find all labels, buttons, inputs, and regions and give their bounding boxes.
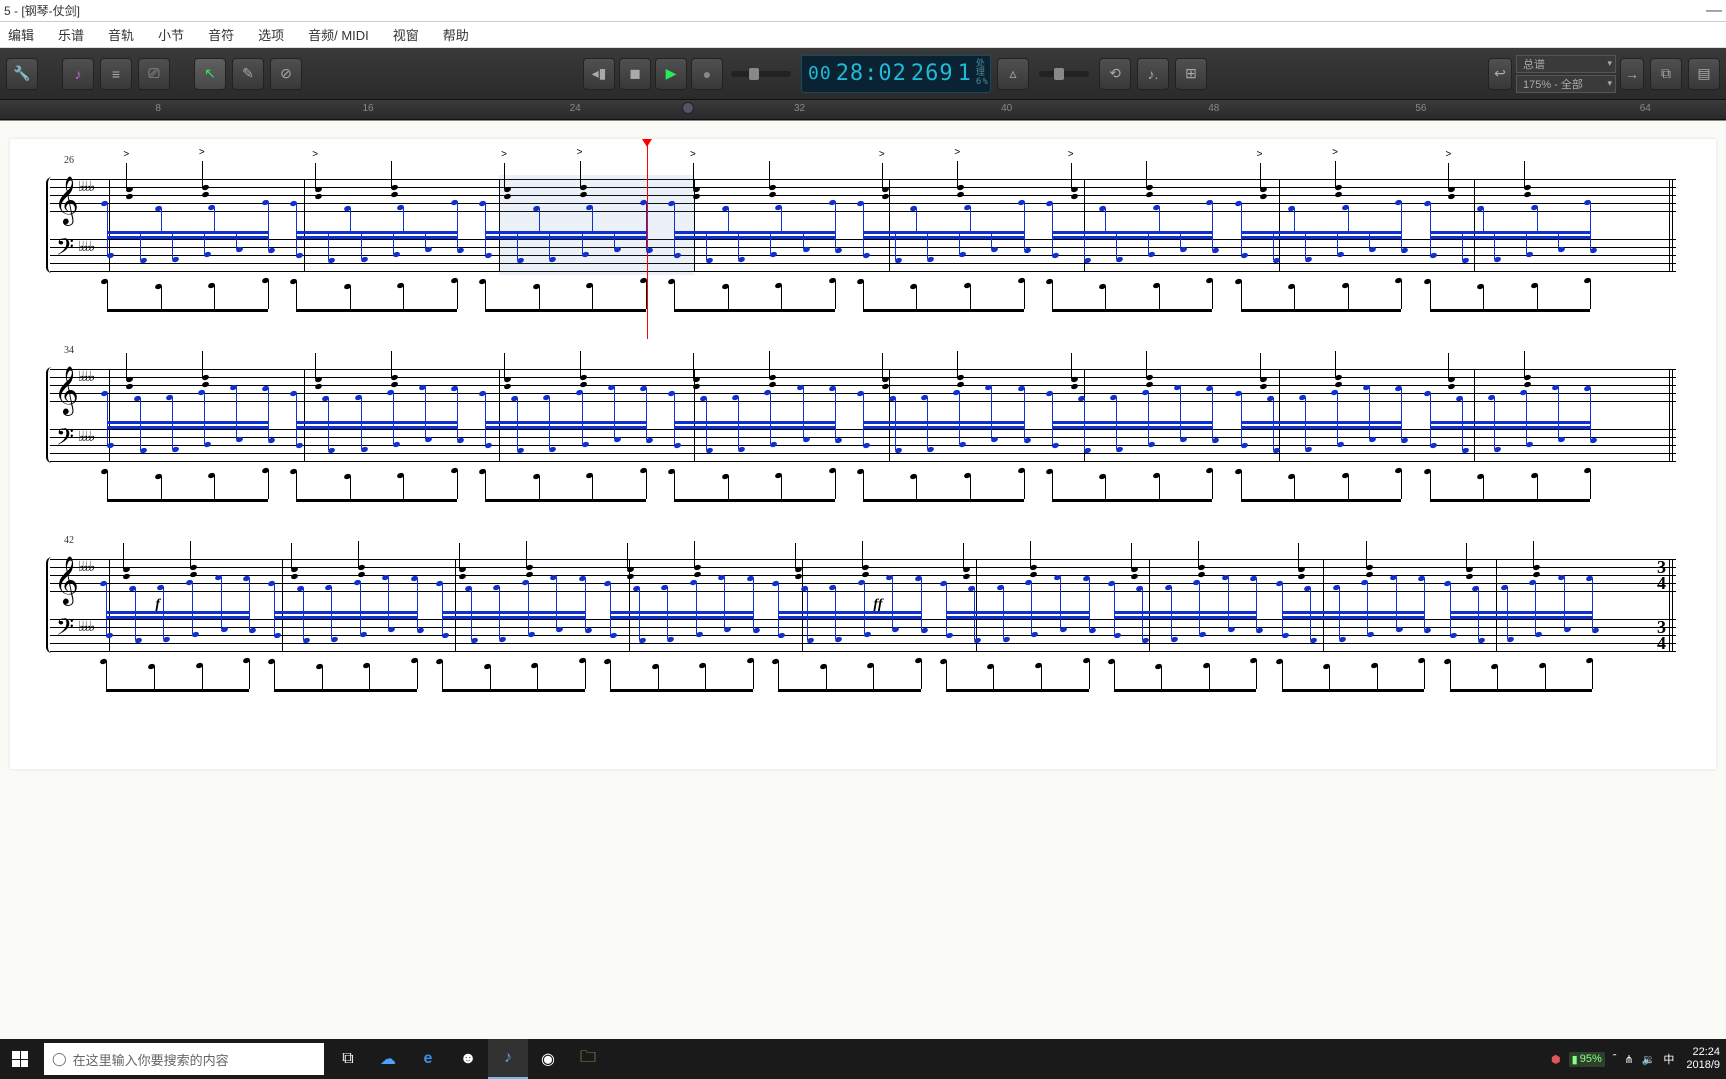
tool-note-button[interactable]: ♪ bbox=[62, 58, 94, 90]
media-app-icon[interactable]: ◉ bbox=[528, 1039, 568, 1079]
baidu-netdisk-icon[interactable]: ☁ bbox=[368, 1039, 408, 1079]
counter-ticks: 269 bbox=[911, 61, 954, 86]
stop-button[interactable]: ◼ bbox=[619, 58, 651, 90]
minimize-button[interactable]: — bbox=[1706, 2, 1722, 20]
menu-track[interactable]: 音轨 bbox=[108, 25, 134, 44]
menu-audio-midi[interactable]: 音频/ MIDI bbox=[308, 25, 369, 44]
key-signature: ♭♭♭♭ bbox=[78, 179, 92, 196]
nav-back-button[interactable]: ↩ bbox=[1488, 58, 1512, 90]
nav-fwd-button[interactable]: → bbox=[1620, 58, 1644, 90]
measure-number: 34 bbox=[64, 345, 74, 356]
taskbar-search[interactable]: ◯ 在这里输入你要搜索的内容 bbox=[44, 1043, 324, 1075]
key-signature: ♭♭♭♭ bbox=[78, 369, 92, 386]
record-button[interactable]: ● bbox=[691, 58, 723, 90]
key-signature: ♭♭♭♭ bbox=[78, 619, 92, 636]
swing-button[interactable]: ♪. bbox=[1137, 58, 1169, 90]
key-signature: ♭♭♭♭ bbox=[78, 559, 92, 576]
edge-icon[interactable]: e bbox=[408, 1039, 448, 1079]
grid-button[interactable]: ⊞ bbox=[1175, 58, 1207, 90]
app-icon-1[interactable]: ☻ bbox=[448, 1039, 488, 1079]
notes[interactable] bbox=[98, 549, 1672, 689]
menu-window[interactable]: 视窗 bbox=[393, 25, 419, 44]
windows-logo-icon bbox=[12, 1051, 28, 1067]
tray-security-icon[interactable]: ⬢ bbox=[1551, 1053, 1561, 1066]
volume-slider[interactable] bbox=[1039, 71, 1089, 77]
timeline-ruler[interactable]: 8 16 24 32 40 48 56 64 bbox=[0, 100, 1726, 120]
window-title: 5 - [钢琴-仗剑] bbox=[4, 2, 80, 19]
time-counter[interactable]: 00 28:02 269 1 处理6% bbox=[801, 55, 991, 93]
menu-edit[interactable]: 编辑 bbox=[8, 25, 34, 44]
notes[interactable] bbox=[98, 359, 1672, 499]
tempo-slider[interactable] bbox=[731, 71, 791, 77]
ruler-tick: 56 bbox=[1415, 103, 1426, 114]
score-paper: 26𝄞𝄢♭♭♭♭♭♭♭♭>>>>>>>>>>>>34𝄞𝄢♭♭♭♭♭♭♭♭42𝄞𝄢… bbox=[10, 139, 1716, 769]
tray-network-icon[interactable]: ⋔ bbox=[1624, 1053, 1633, 1066]
ruler-tick: 8 bbox=[155, 103, 161, 114]
tool-wrench-button[interactable]: 🔧 bbox=[6, 58, 38, 90]
ruler-tick: 32 bbox=[794, 103, 805, 114]
measure-number: 26 bbox=[64, 155, 74, 166]
counter-bars: 00 bbox=[808, 63, 832, 84]
menu-options[interactable]: 选项 bbox=[258, 25, 284, 44]
clock-date: 2018/9 bbox=[1686, 1059, 1720, 1072]
zoom-dropdown[interactable]: 175% - 全部 bbox=[1516, 75, 1616, 93]
staff-system[interactable]: 42𝄞𝄢♭♭♭♭♭♭♭♭3434fff bbox=[50, 549, 1676, 689]
start-button[interactable] bbox=[0, 1039, 40, 1079]
tool-pencil-button[interactable]: ✎ bbox=[232, 58, 264, 90]
ruler-playhead[interactable] bbox=[682, 102, 694, 114]
staff-system[interactable]: 34𝄞𝄢♭♭♭♭♭♭♭♭ bbox=[50, 359, 1676, 499]
measure-number: 42 bbox=[64, 535, 74, 546]
panel-button[interactable]: ▤ bbox=[1688, 58, 1720, 90]
task-view-button[interactable]: ⧉ bbox=[328, 1039, 368, 1079]
title-bar: 5 - [钢琴-仗剑] — bbox=[0, 0, 1726, 22]
ruler-tick: 24 bbox=[570, 103, 581, 114]
tray-volume-icon[interactable]: 🔉 bbox=[1642, 1053, 1656, 1066]
play-button[interactable]: ▶ bbox=[655, 58, 687, 90]
tool-pointer-button[interactable]: ↖ bbox=[194, 58, 226, 90]
counter-cpu: 处理6% bbox=[976, 60, 989, 87]
ruler-tick: 64 bbox=[1640, 103, 1651, 114]
menu-help[interactable]: 帮助 bbox=[443, 25, 469, 44]
ruler-tick: 40 bbox=[1001, 103, 1012, 114]
prev-button[interactable]: ◂▮ bbox=[583, 58, 615, 90]
tool-erase-button[interactable]: ⊘ bbox=[270, 58, 302, 90]
ruler-tick: 48 bbox=[1208, 103, 1219, 114]
windows-taskbar: ◯ 在这里输入你要搜索的内容 ⧉ ☁ e ☻ ♪ ◉ 🗀 ⬢ ▮95% ˆ ⋔ … bbox=[0, 1039, 1726, 1079]
menu-note[interactable]: 音符 bbox=[208, 25, 234, 44]
tray-chevron-icon[interactable]: ˆ bbox=[1613, 1053, 1617, 1065]
menu-bar: 编辑 乐谱 音轨 小节 音符 选项 音频/ MIDI 视窗 帮助 bbox=[0, 22, 1726, 48]
menu-measure[interactable]: 小节 bbox=[158, 25, 184, 44]
counter-beats: 28:02 bbox=[836, 61, 907, 86]
notes[interactable]: >>>>>>>>>>>> bbox=[98, 169, 1672, 309]
metronome-button[interactable]: ▵ bbox=[997, 58, 1029, 90]
transport: ◂▮ ◼ ▶ ● bbox=[583, 58, 795, 90]
search-placeholder: 在这里输入你要搜索的内容 bbox=[73, 1050, 229, 1069]
ruler-tick: 16 bbox=[362, 103, 373, 114]
score-view-dropdown[interactable]: 总谱 bbox=[1516, 55, 1616, 73]
score-viewport[interactable]: 26𝄞𝄢♭♭♭♭♭♭♭♭>>>>>>>>>>>>34𝄞𝄢♭♭♭♭♭♭♭♭42𝄞𝄢… bbox=[0, 120, 1726, 1039]
toolbar: 🔧 ♪ ≡ ⎚ ↖ ✎ ⊘ ◂▮ ◼ ▶ ● 00 28:02 269 1 处理… bbox=[0, 48, 1726, 100]
counter-extra: 1 bbox=[958, 61, 972, 86]
explorer-icon[interactable]: 🗀 bbox=[568, 1039, 608, 1079]
key-signature: ♭♭♭♭ bbox=[78, 429, 92, 446]
tool-list-button[interactable]: ≡ bbox=[100, 58, 132, 90]
notation-app-icon[interactable]: ♪ bbox=[488, 1039, 528, 1079]
battery-indicator[interactable]: ▮95% bbox=[1569, 1052, 1605, 1067]
ime-indicator[interactable]: 中 bbox=[1663, 1051, 1674, 1067]
system-tray[interactable]: ⬢ ▮95% ˆ ⋔ 🔉 中 bbox=[1545, 1051, 1680, 1067]
clock-time: 22:24 bbox=[1686, 1046, 1720, 1059]
menu-score[interactable]: 乐谱 bbox=[58, 25, 84, 44]
staff-system[interactable]: 26𝄞𝄢♭♭♭♭♭♭♭♭>>>>>>>>>>>> bbox=[50, 169, 1676, 309]
copy-button[interactable]: ⧉ bbox=[1650, 58, 1682, 90]
key-signature: ♭♭♭♭ bbox=[78, 239, 92, 256]
loop-button[interactable]: ⟲ bbox=[1099, 58, 1131, 90]
taskbar-clock[interactable]: 22:24 2018/9 bbox=[1680, 1046, 1726, 1072]
search-icon: ◯ bbox=[52, 1051, 67, 1067]
tool-mixer-button[interactable]: ⎚ bbox=[138, 58, 170, 90]
